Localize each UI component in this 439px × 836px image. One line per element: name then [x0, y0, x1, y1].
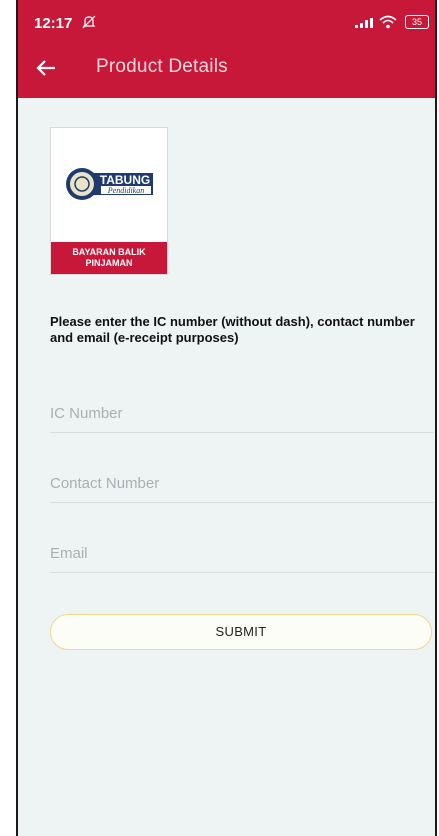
phone-frame: 12:17 35 Product Details TABUNG Pendidik… [16, 0, 437, 836]
email-field-container [50, 534, 434, 573]
back-button[interactable] [28, 50, 64, 86]
submit-button[interactable]: SUBMIT [50, 614, 432, 650]
app-bar: 12:17 35 Product Details [18, 0, 435, 98]
status-time: 12:17 [34, 15, 73, 32]
email-input[interactable] [50, 534, 434, 572]
notification-muted-icon [82, 15, 96, 29]
arrow-left-icon [36, 60, 55, 76]
page-title: Product Details [96, 56, 228, 77]
svg-text:Pendidikan: Pendidikan [107, 186, 144, 195]
product-label-line2: PINJAMAN [85, 258, 133, 268]
signal-icon [355, 18, 373, 28]
product-label-line1: BAYARAN BALIK [72, 247, 146, 257]
contact-number-field-container [50, 464, 434, 503]
wifi-icon [379, 15, 397, 29]
product-logo-card: TABUNG Pendidikan BAYARAN BALIK PINJAMAN [50, 127, 168, 275]
product-label-band: BAYARAN BALIK PINJAMAN [51, 242, 167, 274]
contact-number-input[interactable] [50, 464, 434, 502]
svg-text:TABUNG: TABUNG [100, 173, 150, 187]
form-instruction: Please enter the IC number (without dash… [50, 314, 415, 345]
battery-icon: 35 [405, 15, 429, 29]
ic-number-field-container [50, 394, 434, 433]
tabung-pendidikan-logo-icon: TABUNG Pendidikan [66, 168, 153, 200]
ic-number-input[interactable] [50, 394, 434, 432]
status-bar: 12:17 35 [18, 0, 435, 40]
